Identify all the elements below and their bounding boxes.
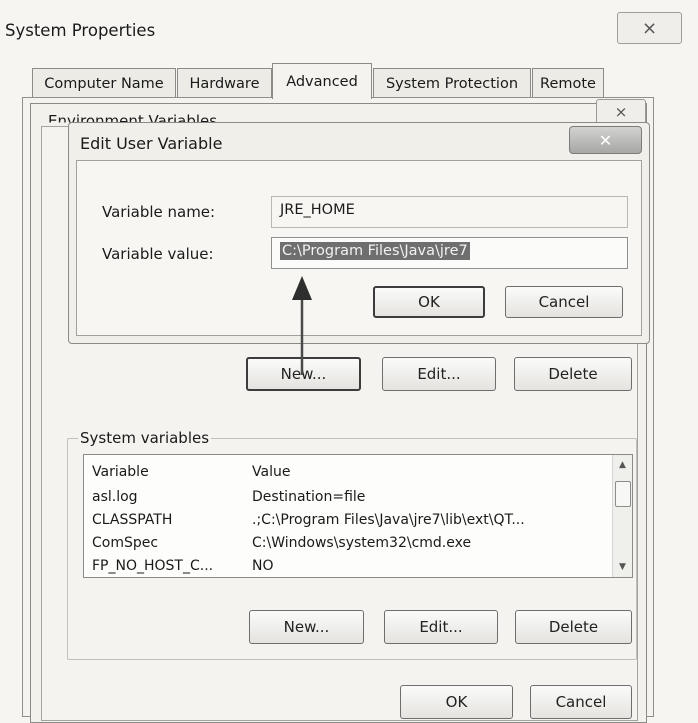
system-edit-button[interactable]: Edit... <box>384 610 498 644</box>
table-row[interactable]: CLASSPATH .;C:\Program Files\Java\jre7\l… <box>84 508 614 531</box>
system-variables-table: Variable Value asl.log Destination=file … <box>84 459 614 577</box>
variable-name-label: Variable name: <box>102 203 216 221</box>
environment-ok-button[interactable]: OK <box>400 685 513 719</box>
system-variables-scrollbar[interactable]: ▲ ▼ <box>612 455 632 577</box>
scrollbar-thumb[interactable] <box>615 481 631 507</box>
row-value: Destination=file <box>252 488 366 505</box>
edit-user-variable-content: Variable name: JRE_HOME Variable value: … <box>76 160 642 336</box>
variable-name-field[interactable]: JRE_HOME <box>271 196 628 228</box>
system-variables-heading: System variables <box>78 429 212 447</box>
user-delete-button[interactable]: Delete <box>514 357 632 391</box>
system-new-button[interactable]: New... <box>249 610 364 644</box>
table-header-row: Variable Value <box>84 459 614 485</box>
row-variable: ComSpec <box>92 534 159 551</box>
tab-advanced[interactable]: Advanced <box>272 63 372 99</box>
table-row[interactable]: FP_NO_HOST_C... NO <box>84 554 614 577</box>
column-header-variable[interactable]: Variable <box>84 459 244 485</box>
edit-user-variable-close-button[interactable]: ✕ <box>569 126 642 154</box>
variable-value-selected-text: C:\Program Files\Java\jre7 <box>280 242 470 260</box>
close-icon: ⨯ <box>641 17 658 39</box>
scroll-down-icon[interactable]: ▼ <box>613 559 632 575</box>
row-value: NO <box>252 557 274 574</box>
environment-cancel-button[interactable]: Cancel <box>530 685 632 719</box>
table-row[interactable]: asl.log Destination=file <box>84 485 614 508</box>
user-edit-button[interactable]: Edit... <box>382 357 496 391</box>
tab-system-protection[interactable]: System Protection <box>373 68 531 98</box>
row-value: C:\Windows\system32\cmd.exe <box>252 534 472 551</box>
close-icon: ⨯ <box>614 103 628 121</box>
variable-value-label: Variable value: <box>102 245 214 263</box>
system-variables-list[interactable]: Variable Value asl.log Destination=file … <box>83 454 633 578</box>
scroll-up-icon[interactable]: ▲ <box>613 457 632 473</box>
row-variable: asl.log <box>92 488 138 505</box>
system-properties-close-button[interactable]: ⨯ <box>617 12 682 44</box>
edit-ok-button[interactable]: OK <box>373 286 485 318</box>
edit-user-variable-title: Edit User Variable <box>80 134 223 153</box>
close-icon: ✕ <box>598 130 613 150</box>
edit-cancel-button[interactable]: Cancel <box>505 286 623 318</box>
row-variable: CLASSPATH <box>92 511 173 528</box>
variable-value-field[interactable]: C:\Program Files\Java\jre7 <box>271 237 628 269</box>
column-header-value[interactable]: Value <box>244 459 614 485</box>
annotation-arrow <box>292 276 312 375</box>
row-variable: FP_NO_HOST_C... <box>92 557 214 574</box>
tab-computer-name[interactable]: Computer Name <box>32 68 176 98</box>
table-row[interactable]: ComSpec C:\Windows\system32\cmd.exe <box>84 531 614 554</box>
edit-user-variable-dialog: Edit User Variable ✕ Variable name: JRE_… <box>68 122 650 344</box>
tab-hardware[interactable]: Hardware <box>177 68 272 98</box>
system-properties-title: System Properties <box>5 21 156 40</box>
system-delete-button[interactable]: Delete <box>515 610 632 644</box>
tab-remote[interactable]: Remote <box>532 68 604 98</box>
row-value: .;C:\Program Files\Java\jre7\lib\ext\QT.… <box>252 511 525 528</box>
